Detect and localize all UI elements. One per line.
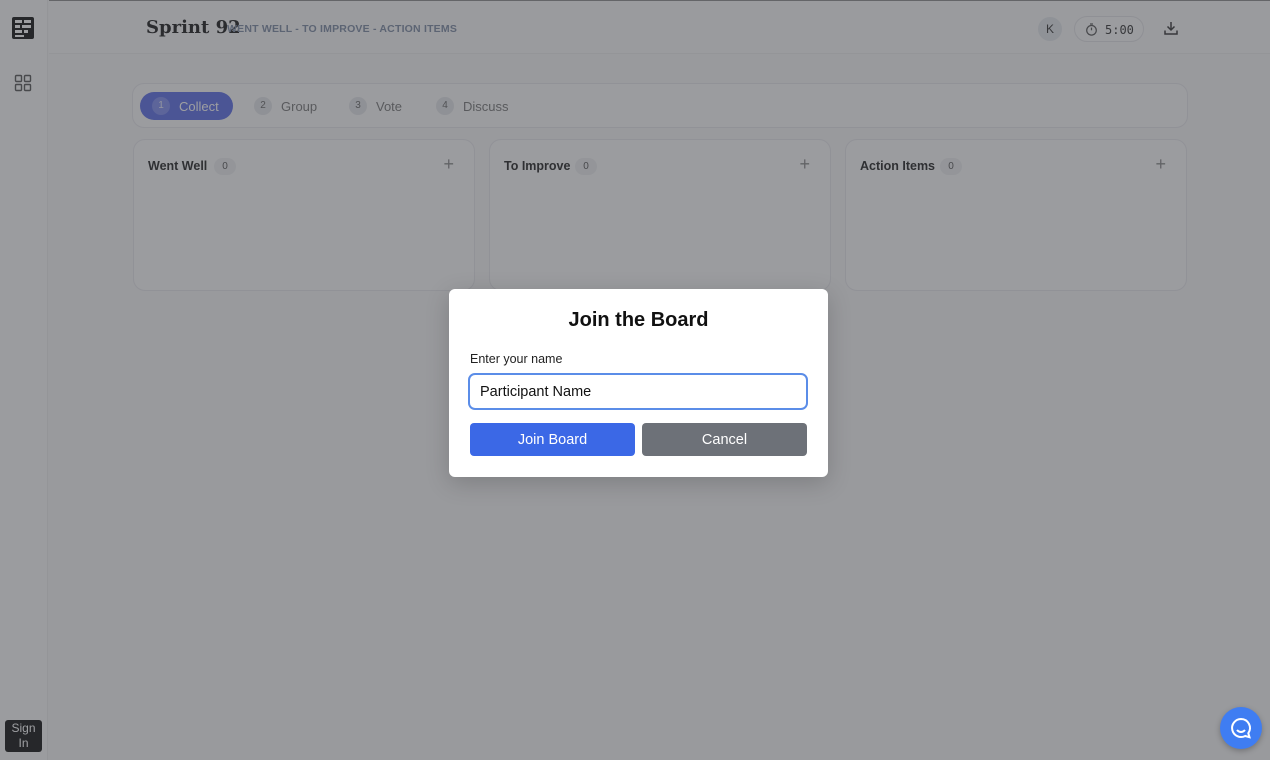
chat-bubble-icon (1231, 717, 1251, 739)
name-label: Enter your name (470, 352, 563, 366)
cancel-button[interactable]: Cancel (642, 423, 807, 456)
join-board-button[interactable]: Join Board (470, 423, 635, 456)
dialog-title: Join the Board (568, 309, 709, 331)
chat-button[interactable] (1220, 707, 1262, 749)
name-input[interactable] (468, 373, 808, 410)
join-board-dialog: Join the Board Enter your name Join Boar… (449, 289, 828, 477)
